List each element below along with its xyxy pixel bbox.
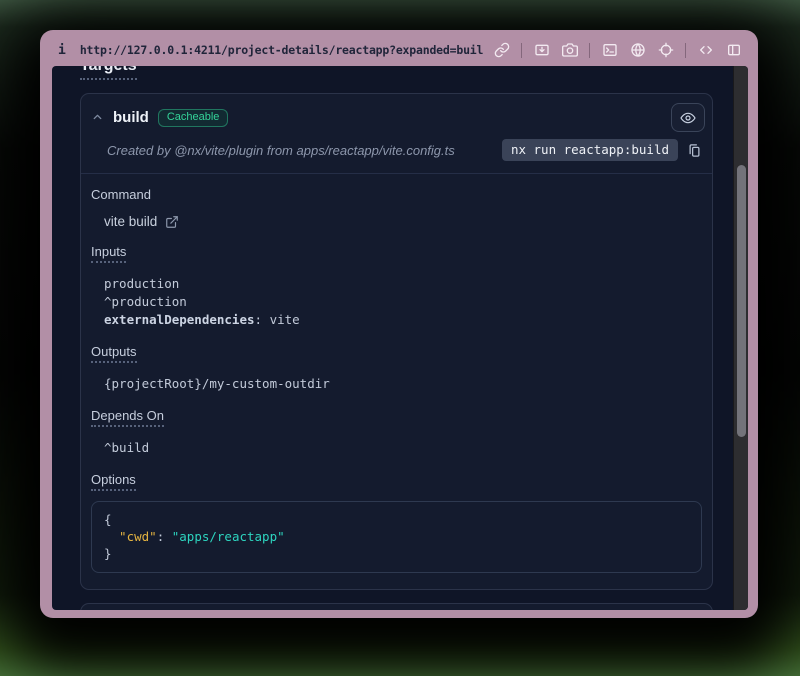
scrollbar-track[interactable] <box>733 66 748 610</box>
camera-icon[interactable] <box>561 42 578 59</box>
browser-titlebar: i http://127.0.0.1:4211/project-details/… <box>40 30 758 66</box>
scrollbar-thumb[interactable] <box>737 165 746 437</box>
command-row: vite build <box>104 214 702 229</box>
split-panel-icon[interactable] <box>725 42 742 59</box>
input-item: production <box>104 275 702 293</box>
copy-icon[interactable] <box>687 143 702 158</box>
run-command-chip[interactable]: nx run reactapp:build <box>502 139 678 161</box>
titlebar-toolbar <box>493 42 742 59</box>
inputs-list: production ^production externalDependenc… <box>104 275 702 329</box>
input-item: ^production <box>104 293 702 311</box>
screenshot-icon[interactable] <box>533 42 550 59</box>
targets-heading: Targets <box>80 66 733 80</box>
link-icon[interactable] <box>493 42 510 59</box>
browser-window: i http://127.0.0.1:4211/project-details/… <box>40 30 758 618</box>
chevron-up-icon[interactable] <box>91 111 104 124</box>
outputs-list: {projectRoot}/my-custom-outdir <box>104 375 702 393</box>
outputs-label: Outputs <box>91 344 702 363</box>
eye-icon <box>680 110 696 126</box>
target-icon[interactable] <box>657 42 674 59</box>
project-details-page: Targets build Cacheable <box>52 66 733 610</box>
build-card-subheader: Created by @nx/vite/plugin from apps/rea… <box>81 132 712 174</box>
code-icon[interactable] <box>697 42 714 59</box>
toolbar-divider <box>589 43 590 58</box>
view-in-graph-button[interactable] <box>671 103 705 132</box>
output-item: {projectRoot}/my-custom-outdir <box>104 375 702 393</box>
depends-on-label: Depends On <box>91 408 702 427</box>
serve-card-header[interactable]: serve vite serve <box>81 604 712 610</box>
terminal-icon[interactable] <box>601 42 618 59</box>
external-link-icon[interactable] <box>165 215 179 229</box>
depends-on-list: ^build <box>104 439 702 457</box>
created-by-text: Created by @nx/vite/plugin from apps/rea… <box>107 143 455 158</box>
build-card-body: Command vite build Inputs production ^pr… <box>81 174 712 589</box>
target-name-build[interactable]: build <box>113 109 149 126</box>
target-card-build: build Cacheable Created by @nx/vite/plug… <box>80 93 713 590</box>
command-value: vite build <box>104 214 157 229</box>
options-json-block: { "cwd": "apps/reactapp" } <box>91 501 702 573</box>
page-viewport: Targets build Cacheable <box>52 66 748 610</box>
toolbar-divider <box>685 43 686 58</box>
globe-icon[interactable] <box>629 42 646 59</box>
build-card-header[interactable]: build Cacheable <box>81 94 712 132</box>
depends-on-item: ^build <box>104 439 702 457</box>
options-label: Options <box>91 472 702 491</box>
command-label: Command <box>91 187 702 202</box>
input-item: externalDependencies: vite <box>104 311 702 329</box>
info-icon[interactable]: i <box>58 43 66 58</box>
toolbar-divider <box>521 43 522 58</box>
cacheable-badge: Cacheable <box>158 109 229 127</box>
address-bar-url[interactable]: http://127.0.0.1:4211/project-details/re… <box>80 43 483 57</box>
inputs-label: Inputs <box>91 244 702 263</box>
target-card-serve: serve vite serve <box>80 603 713 610</box>
